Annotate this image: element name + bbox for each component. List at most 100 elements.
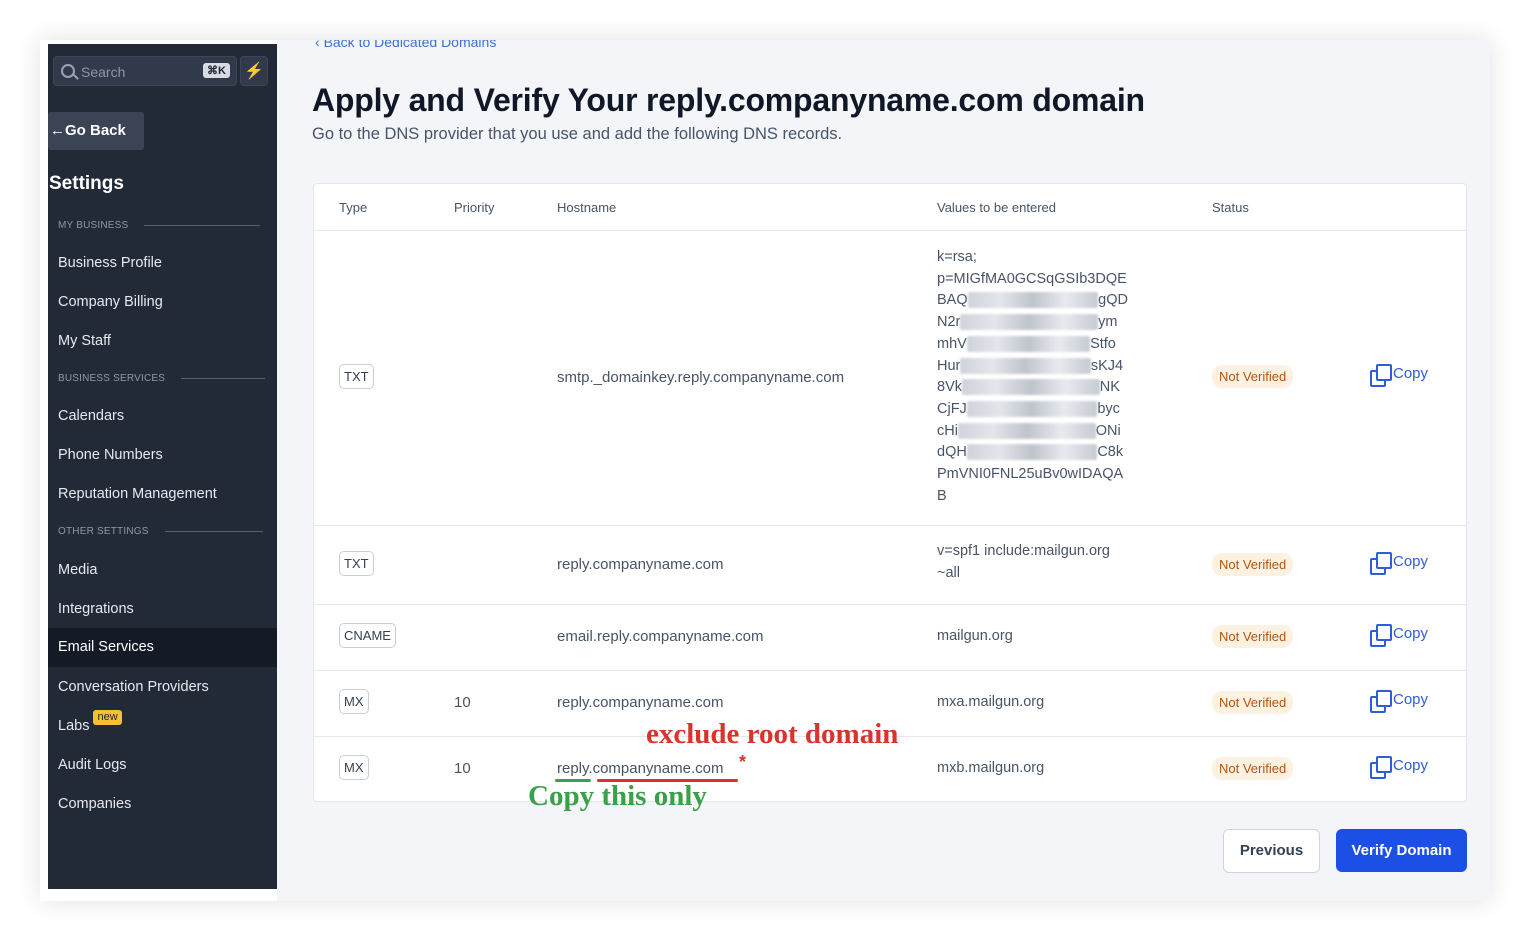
copy-button[interactable]: Copy: [1370, 552, 1429, 575]
redacted-region: xxxxxxxxxxxxxxxxxxx: [962, 379, 1100, 396]
divider: [181, 377, 266, 379]
record-value: mailgun.org: [937, 628, 1013, 644]
sidebar-item-reputation-management[interactable]: Reputation Management: [58, 486, 217, 502]
labs-label: Labs: [58, 718, 90, 734]
main-content: ‹ Back to Dedicated Domains Apply and Ve…: [277, 40, 1490, 901]
sidebar-item-email-services[interactable]: Email Services: [48, 628, 277, 667]
go-back-button[interactable]: ←Go Back: [48, 112, 144, 150]
copy-label: Copy: [1393, 756, 1429, 774]
value-line: dQHxxxxxxxxxxxxxxxxxxC8k: [937, 442, 1157, 464]
value-line: mhVxxxxxxxxxxxxxxxxxStfo: [937, 334, 1157, 356]
previous-button[interactable]: Previous: [1223, 829, 1320, 873]
sidebar-item-audit-logs[interactable]: Audit Logs: [58, 757, 127, 773]
value-line: k=rsa;: [937, 249, 977, 265]
sidebar-item-labs[interactable]: Labsnew: [58, 710, 122, 734]
record-value: mxa.mailgun.org: [937, 694, 1045, 710]
copy-button[interactable]: Copy: [1370, 624, 1428, 647]
value-line: N2rxxxxxxxxxxxxxxxxxxxym: [937, 312, 1157, 334]
value-line: cHixxxxxxxxxxxxxxxxxxxONi: [937, 421, 1157, 443]
record-type-badge: CNAME: [339, 623, 396, 648]
hostname: reply.companyname.com: [557, 556, 724, 573]
value-fragment: CjFJ: [937, 400, 967, 417]
settings-title: Settings: [49, 173, 124, 194]
sidebar-item-my-staff[interactable]: My Staff: [58, 333, 111, 349]
sidebar-item-companies[interactable]: Companies: [58, 796, 131, 812]
record-type-badge: MX: [339, 755, 369, 780]
column-header-priority: Priority: [454, 200, 495, 215]
annotation-copy-only: Copy this only: [528, 780, 707, 812]
redacted-region: xxxxxxxxxxxxxxxxxx: [966, 444, 1098, 461]
value-fragment: N2r: [937, 314, 961, 331]
search-input[interactable]: Search ⌘K: [53, 56, 237, 86]
copy-button[interactable]: Copy: [1370, 756, 1429, 779]
sidebar-item-phone-numbers[interactable]: Phone Numbers: [58, 447, 163, 463]
copy-button[interactable]: Copy: [1370, 364, 1429, 387]
copy-icon: [1370, 552, 1392, 575]
dns-records-table: Type Priority Hostname Values to be ente…: [313, 183, 1467, 802]
back-link[interactable]: ‹ Back to Dedicated Domains: [315, 40, 496, 50]
sidebar-item-business-profile[interactable]: Business Profile: [58, 255, 162, 271]
section-label: BUSINESS SERVICES: [58, 373, 166, 384]
value-fragment: Stfo: [1090, 335, 1116, 352]
copy-button[interactable]: Copy: [1370, 690, 1429, 713]
back-link-label: Back to Dedicated Domains: [323, 40, 497, 50]
redacted-region: xxxxxxxxxxxxxxxxxx: [960, 357, 1091, 374]
value-line: p=MIGfMA0GCSqGSIb3DQE: [937, 270, 1127, 287]
section-label: MY BUSINESS: [58, 220, 129, 231]
copy-label: Copy: [1393, 364, 1429, 382]
record-type-badge: TXT: [339, 551, 374, 576]
chevron-left-icon: ‹: [315, 40, 324, 50]
search-shortcut: ⌘K: [203, 63, 230, 78]
table-row: CNAME email.reply.companyname.com mailgu…: [314, 605, 1466, 671]
redacted-region: xxxxxxxxxxxxxxxxxx: [967, 292, 1099, 309]
value-line: PmVNI0FNL25uBv0wIDAQA: [937, 466, 1124, 483]
value-fragment: dQH: [937, 444, 967, 461]
column-header-type: Type: [339, 200, 368, 215]
section-other-settings: OTHER SETTINGS: [58, 526, 263, 537]
divider: [164, 530, 263, 532]
value-fragment: ym: [1098, 314, 1118, 331]
sidebar-item-company-billing[interactable]: Company Billing: [58, 294, 163, 310]
sidebar: Search ⌘K ⚡ ←Go Back Settings MY BUSINES…: [48, 44, 277, 889]
column-header-status: Status: [1212, 200, 1249, 215]
value-fragment: cHi: [937, 422, 958, 439]
record-value: mxb.mailgun.org: [937, 760, 1045, 776]
table-header: Type Priority Hostname Values to be ente…: [314, 184, 1466, 231]
copy-icon: [1370, 690, 1392, 713]
annotation-marker: *: [739, 752, 747, 772]
record-value: k=rsa; p=MIGfMA0GCSqGSIb3DQE BAQxxxxxxxx…: [937, 247, 1157, 507]
verify-domain-button[interactable]: Verify Domain: [1336, 829, 1467, 872]
hostname: reply.companyname.com: [557, 760, 724, 777]
record-type-badge: TXT: [339, 364, 374, 389]
value-fragment: 8Vk: [937, 379, 962, 396]
section-my-business: MY BUSINESS: [58, 220, 261, 231]
column-header-hostname: Hostname: [557, 200, 617, 215]
section-label: OTHER SETTINGS: [58, 526, 149, 537]
divider: [144, 224, 261, 226]
table-row: TXT smtp._domainkey.reply.companyname.co…: [314, 231, 1466, 526]
lightning-icon[interactable]: ⚡: [240, 56, 268, 86]
value-fragment: Hur: [937, 357, 961, 374]
sidebar-item-calendars[interactable]: Calendars: [58, 408, 124, 424]
status-badge: Not Verified: [1212, 553, 1294, 576]
value-fragment: mhV: [937, 335, 967, 352]
value-fragment: BAQ: [937, 292, 968, 309]
status-badge: Not Verified: [1212, 691, 1294, 714]
value-line: 8VkxxxxxxxxxxxxxxxxxxxNK: [937, 377, 1157, 399]
hostname: reply.companyname.com: [557, 694, 724, 711]
section-business-services: BUSINESS SERVICES: [58, 373, 266, 384]
sidebar-item-media[interactable]: Media: [58, 562, 98, 578]
value-fragment: sKJ4: [1090, 357, 1124, 374]
status-badge: Not Verified: [1212, 757, 1294, 780]
copy-label: Copy: [1393, 690, 1429, 708]
hostname: email.reply.companyname.com: [557, 628, 764, 645]
new-badge: new: [93, 710, 122, 725]
value-fragment: C8k: [1097, 444, 1124, 461]
value-fragment: ONi: [1095, 422, 1121, 439]
status-badge: Not Verified: [1212, 365, 1294, 388]
sidebar-item-conversation-providers[interactable]: Conversation Providers: [58, 679, 209, 695]
sidebar-item-integrations[interactable]: Integrations: [58, 601, 134, 617]
priority: 10: [454, 760, 471, 777]
record-type-badge: MX: [339, 689, 369, 714]
copy-label: Copy: [1393, 552, 1429, 570]
